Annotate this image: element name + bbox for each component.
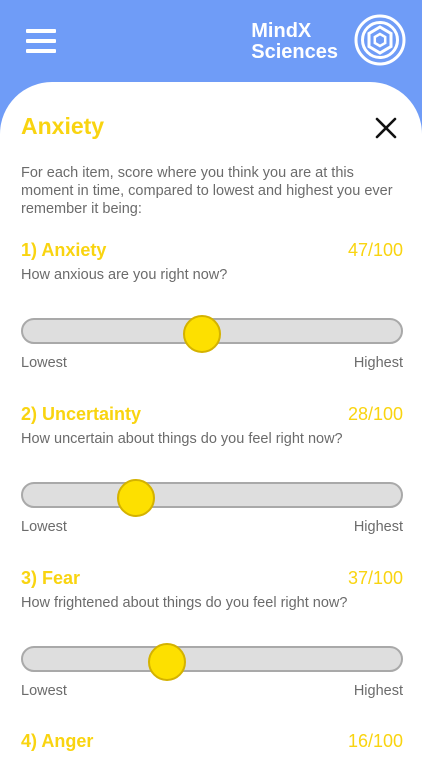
page-title: Anxiety [21,113,105,139]
brand-line-1: MindX [251,20,312,42]
lowest-label: Lowest [21,519,67,535]
close-icon[interactable] [374,116,398,140]
highest-label: Highest [353,683,403,699]
slider-track[interactable] [21,482,403,508]
highest-label: Highest [353,519,403,535]
slider-thumb[interactable] [182,315,221,353]
item-score: 37/100 [347,568,403,588]
item-title: 2) Uncertainty [21,404,142,424]
item-score: 16/100 [347,731,403,751]
hamburger-menu-icon[interactable] [26,29,56,53]
item-title: 1) Anxiety [21,240,107,260]
brand-name: MindX Sciences [251,21,338,63]
item-question: How frightened about things do you feel … [21,595,348,611]
item-question: How anxious are you right now? [21,267,228,283]
item-question: How uncertain about things do you feel r… [21,431,343,447]
item-title: 4) Anger [21,731,94,751]
instructions-text: For each item, score where you think you… [21,165,393,217]
item-title: 3) Fear [21,568,81,588]
lowest-label: Lowest [21,683,67,699]
lowest-label: Lowest [21,355,67,371]
slider-track[interactable] [21,646,403,672]
item-score: 28/100 [347,404,403,424]
brand-line-2: Sciences [251,41,338,63]
slider-thumb[interactable] [148,643,187,681]
concentric-hexagon-logo-icon [354,14,406,66]
item-score: 47/100 [347,240,403,260]
highest-label: Highest [353,355,403,371]
